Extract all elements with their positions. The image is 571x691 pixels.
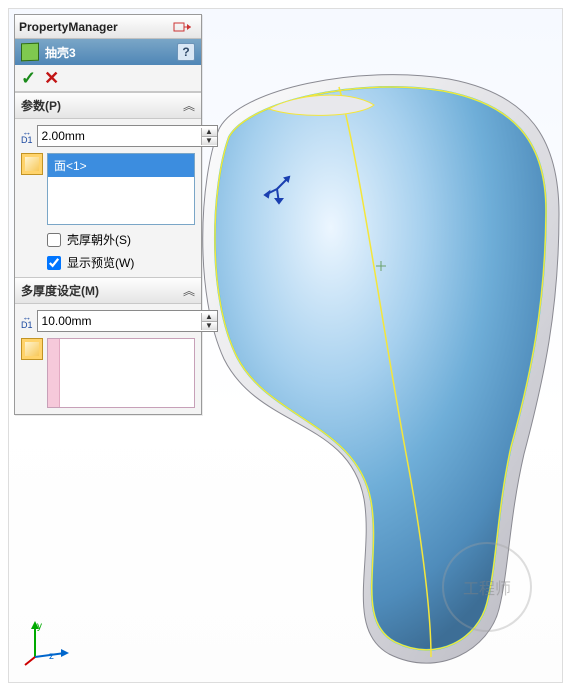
cancel-button[interactable]: ✕: [44, 69, 59, 87]
multi-thickness-group: 多厚度设定(M) ︽ ↔ D1 ▲▼: [15, 277, 201, 414]
axis-z-label: z: [49, 651, 54, 662]
multi-thickness-input-wrap: ▲▼: [37, 310, 218, 332]
confirm-row: ✓ ✕: [15, 65, 201, 92]
spin-up-icon: ▲: [202, 128, 217, 136]
frame-edge: [0, 0, 571, 6]
params-group-header[interactable]: 参数(P) ︽: [15, 93, 201, 119]
app-stage: 工程师 y z PropertyManager 抽壳3 ?: [0, 0, 571, 691]
show-preview-label: 显示预览(W): [67, 254, 134, 271]
face-item-selected[interactable]: 面<1>: [48, 154, 194, 177]
params-header-label: 参数(P): [21, 97, 183, 114]
chevron-up-icon: ︽: [183, 282, 195, 299]
multi-faces-listbox[interactable]: [47, 338, 195, 408]
chevron-up-icon: ︽: [183, 97, 195, 114]
faces-row: 面<1>: [21, 153, 195, 225]
feature-name: 抽壳3: [45, 44, 76, 61]
shell-outward-row[interactable]: 壳厚朝外(S): [21, 231, 195, 248]
show-preview-checkbox[interactable]: [47, 256, 61, 270]
multi-faces-row: [21, 338, 195, 408]
shell-feature-icon: [21, 43, 39, 62]
dimension-icon: ↔ D1: [21, 126, 33, 146]
view-triad: y z: [21, 613, 75, 670]
faces-list-empty: [48, 177, 194, 224]
help-button[interactable]: ?: [177, 43, 195, 61]
thickness-row: ↔ D1 ▲▼: [21, 125, 195, 147]
thickness-spin[interactable]: ▲▼: [201, 128, 217, 145]
multi-header-label: 多厚度设定(M): [21, 282, 183, 299]
face-select-icon: [21, 338, 43, 360]
spin-down-icon: ▼: [202, 321, 217, 330]
spin-up-icon: ▲: [202, 313, 217, 321]
multi-thickness-input[interactable]: [38, 311, 201, 331]
axis-y-label: y: [37, 621, 42, 632]
watermark-text: 工程师: [463, 575, 511, 599]
thickness-input-wrap: ▲▼: [37, 125, 218, 147]
frame-edge: [0, 0, 6, 691]
watermark-stamp: 工程师: [442, 542, 532, 632]
frame-edge: [0, 685, 571, 691]
ok-button[interactable]: ✓: [21, 69, 36, 87]
params-group: 参数(P) ︽ ↔ D1 ▲▼ 面<1>: [15, 92, 201, 277]
property-manager-header: PropertyManager: [15, 15, 201, 39]
multi-list-highlight: [48, 339, 60, 407]
show-preview-row[interactable]: 显示预览(W): [21, 254, 195, 271]
manipulator-triad-icon[interactable]: [259, 171, 295, 207]
faces-listbox[interactable]: 面<1>: [47, 153, 195, 225]
multi-group-header[interactable]: 多厚度设定(M) ︽: [15, 278, 201, 304]
multi-thickness-row: ↔ D1 ▲▼: [21, 310, 195, 332]
property-manager-panel: PropertyManager 抽壳3 ? ✓ ✕ 参数(P) ︽ ↔: [14, 14, 202, 415]
dimension-icon: ↔ D1: [21, 311, 33, 331]
shell-outward-checkbox[interactable]: [47, 233, 61, 247]
spin-down-icon: ▼: [202, 136, 217, 145]
face-select-icon: [21, 153, 43, 175]
shell-outward-label: 壳厚朝外(S): [67, 231, 131, 248]
property-manager-title: PropertyManager: [19, 20, 169, 34]
feature-title-row: 抽壳3 ?: [15, 39, 201, 65]
pin-icon[interactable]: [169, 21, 197, 33]
multi-spin[interactable]: ▲▼: [201, 313, 217, 330]
thickness-input[interactable]: [38, 126, 201, 146]
